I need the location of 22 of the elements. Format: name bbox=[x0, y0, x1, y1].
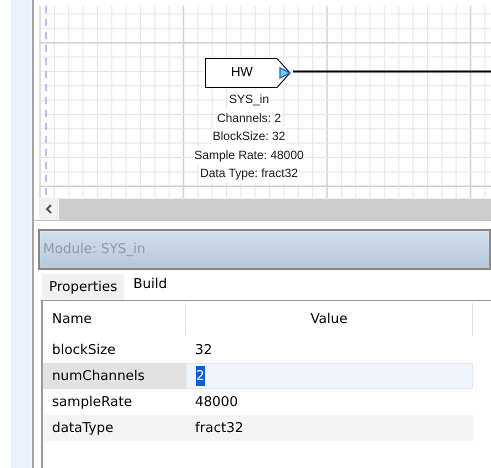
block-label: HW bbox=[231, 65, 253, 78]
property-name: dataType bbox=[52, 418, 114, 438]
hardware-block[interactable]: HW bbox=[205, 58, 291, 88]
property-name: numChannels bbox=[52, 366, 145, 386]
block-info-text: Channels: 2 bbox=[216, 108, 282, 127]
property-name: sampleRate bbox=[52, 392, 132, 412]
property-value: fract32 bbox=[195, 418, 244, 438]
column-header[interactable]: Value bbox=[186, 303, 473, 336]
block-info-text: BlockSize: 32 bbox=[212, 127, 286, 146]
block-info-text: SYS_in bbox=[228, 90, 270, 108]
block-info-text: Data Type: fract32 bbox=[199, 164, 299, 182]
tab[interactable]: Properties bbox=[42, 274, 124, 300]
table-row[interactable]: numChannels 2 bbox=[43, 363, 473, 389]
property-name: blockSize bbox=[52, 340, 116, 360]
property-value[interactable]: 2 bbox=[196, 366, 205, 386]
column-header[interactable]: Name bbox=[43, 303, 186, 336]
property-value: 48000 bbox=[195, 392, 238, 412]
property-value: 32 bbox=[195, 340, 212, 360]
block-info-text: Sample Rate: 48000 bbox=[193, 146, 305, 164]
table-row[interactable]: dataType fract32 bbox=[43, 415, 473, 441]
module-title: Module: SYS_in bbox=[43, 240, 146, 260]
output-pin-icon[interactable] bbox=[279, 67, 291, 79]
